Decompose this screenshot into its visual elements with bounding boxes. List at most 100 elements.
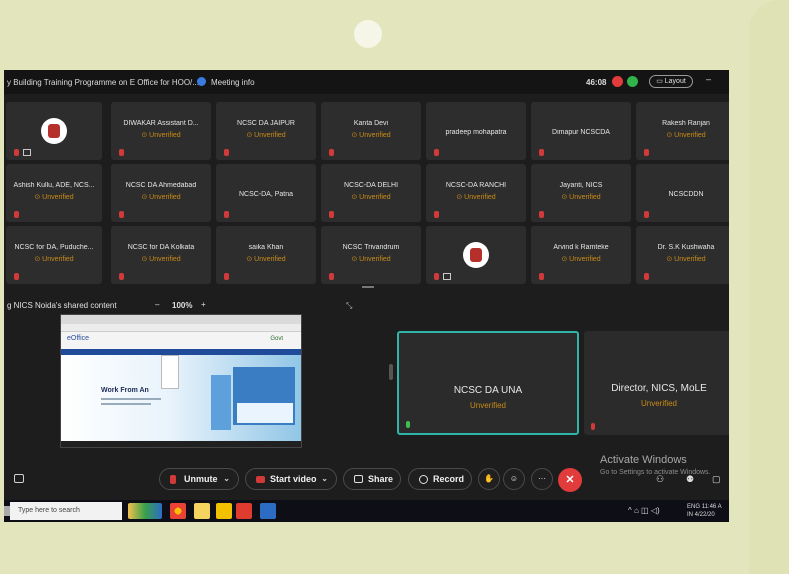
mic-muted-icon (329, 211, 334, 218)
participant-status-text: Unverified (674, 132, 706, 139)
participant-status-text: Unverified (569, 256, 601, 263)
participant-status-text: Unverified (149, 132, 181, 139)
panel-splitter[interactable] (389, 364, 393, 380)
meeting-title: y Building Training Programme on E Offic… (7, 78, 199, 87)
participant-name: Arvind k Ramteke (553, 244, 609, 251)
participant-status: ⊙ Unverified (351, 132, 391, 139)
start-video-button[interactable]: Start video ⌄ (245, 468, 337, 490)
participant-tile[interactable]: Director, NICS, MoLE Unverified (584, 331, 729, 435)
record-status-icon (612, 76, 623, 87)
participant-status: Unverified (469, 401, 506, 410)
share-label: Share (368, 474, 394, 484)
expand-icon[interactable]: ⤡ (346, 301, 352, 311)
chevron-down-icon[interactable]: ⌄ (321, 469, 328, 489)
participant-tile[interactable]: NCSC DA Ahmedabad ⊙ Unverified (111, 164, 211, 222)
time: 11:46 A (701, 504, 722, 510)
participant-status: ⊙ Unverified (351, 194, 391, 201)
participant-tile[interactable]: Kanta Devi ⊙ Unverified (321, 102, 421, 160)
participant-tile[interactable]: DIWAKAR Assistant D... ⊙ Unverified (111, 102, 211, 160)
participant-name: Rakesh Ranjan (662, 120, 710, 127)
participant-tile[interactable]: Ashish Kullu, ADE, NCS... ⊙ Unverified (6, 164, 102, 222)
meeting-info-icon[interactable] (197, 77, 206, 86)
device-edge (749, 0, 789, 574)
share-button[interactable]: Share (343, 468, 401, 490)
participant-tile[interactable]: NCSCDDN (636, 164, 729, 222)
zoom-out-button[interactable]: – (155, 300, 159, 309)
participant-tile[interactable]: NCSC-DA RANCHI ⊙ Unverified (426, 164, 526, 222)
participant-tile[interactable]: NCSC for DA Kolkata ⊙ Unverified (111, 226, 211, 284)
webex-icon[interactable] (260, 503, 276, 519)
participant-tile[interactable]: saika Khan ⊙ Unverified (216, 226, 316, 284)
grid-resize-handle[interactable] (362, 286, 374, 288)
participant-tile[interactable]: pradeep mohapatra (426, 102, 526, 160)
taskbar-search[interactable]: Type here to search (10, 502, 122, 520)
participant-tile[interactable]: NCSC-DA DELHI ⊙ Unverified (321, 164, 421, 222)
gov-logo: Govt (270, 336, 283, 342)
unmute-button[interactable]: Unmute ⌄ (159, 468, 239, 490)
meeting-screen: y Building Training Programme on E Offic… (4, 70, 729, 522)
participant-tile[interactable]: NCSC-DA, Patna (216, 164, 316, 222)
participant-tile[interactable]: NCSC Trivandrum ⊙ Unverified (321, 226, 421, 284)
zoom-in-button[interactable]: + (201, 300, 206, 309)
participant-status-text: Unverified (359, 256, 391, 263)
participant-status-text: Unverified (254, 256, 286, 263)
record-label: Record (433, 474, 465, 484)
participant-name: Ashish Kullu, ADE, NCS... (13, 182, 95, 189)
start-video-label: Start video (270, 474, 317, 484)
chat-icon[interactable] (14, 474, 24, 483)
windows-taskbar: Type here to search ^ ⌂ ◫ ◁) ENG 11:46 A… (4, 500, 729, 522)
screen-share-icon (23, 149, 31, 156)
layout-button[interactable]: ▭ Layout (649, 75, 693, 88)
leave-button[interactable]: ✕ (558, 468, 582, 492)
screen-share-icon (443, 273, 451, 280)
participant-tile[interactable] (426, 226, 526, 284)
participant-tile-active[interactable]: NCSC DA UNA Unverified (397, 331, 579, 435)
shared-content-label: g NICS Noida's shared content (7, 301, 117, 310)
chrome-icon[interactable] (170, 503, 186, 519)
language: ENG (687, 504, 701, 510)
participant-tile[interactable]: Dimapur NCSCDA (531, 102, 631, 160)
app-icon[interactable] (236, 503, 252, 519)
chat-panel-icon[interactable]: ▢ (712, 474, 721, 485)
file-explorer-icon[interactable] (194, 503, 210, 519)
participant-tile[interactable]: NCSC DA JAIPUR ⊙ Unverified (216, 102, 316, 160)
participant-tile[interactable]: Jayanti, NICS ⊙ Unverified (531, 164, 631, 222)
layout-label: Layout (664, 78, 686, 85)
participant-name: DIWAKAR Assistant D... (123, 120, 199, 127)
mic-muted-icon (119, 211, 124, 218)
record-button[interactable]: Record (408, 468, 472, 490)
mic-muted-icon (224, 149, 229, 156)
hero-text-line (101, 403, 151, 405)
emoji-button[interactable]: ☺ (503, 468, 525, 490)
mic-muted-icon (14, 273, 19, 280)
participant-tile[interactable]: Arvind k Ramteke ⊙ Unverified (531, 226, 631, 284)
system-tray-icons[interactable]: ^ ⌂ ◫ ◁) (628, 506, 660, 515)
participants-icon[interactable]: ⚉ (686, 474, 694, 485)
participant-status: ⊙ Unverified (246, 256, 286, 263)
sticky-notes-icon[interactable] (216, 503, 232, 519)
participant-name: Dr. S.K Kushwaha (657, 244, 715, 251)
shared-content-bar: g NICS Noida's shared content – 100% + (4, 298, 384, 314)
mic-muted-icon (224, 273, 229, 280)
people-icon[interactable]: ⚇ (656, 474, 664, 485)
participant-name: NCSC DA JAIPUR (237, 120, 295, 127)
participant-name: Director, NICS, MoLE (611, 383, 707, 394)
site-hero: Work From An (61, 355, 301, 441)
minimize-button[interactable]: – (706, 74, 711, 84)
more-button[interactable]: ··· (531, 468, 553, 490)
chevron-down-icon[interactable]: ⌄ (223, 469, 230, 489)
widgets-icon[interactable] (128, 503, 162, 519)
reactions-button[interactable]: ✋ (478, 468, 500, 490)
mic-muted-icon (329, 149, 334, 156)
participant-tile[interactable]: NCSC for DA, Puduche... ⊙ Unverified (6, 226, 102, 284)
mic-muted-icon (434, 211, 439, 218)
meeting-info-button[interactable]: Meeting info (211, 78, 255, 87)
hero-heading: Work From An (101, 387, 149, 394)
participant-name: NCSC Trivandrum (342, 244, 400, 251)
participant-tile[interactable]: Dr. S.K Kushwaha ⊙ Unverified (636, 226, 729, 284)
participant-tile[interactable] (6, 102, 102, 160)
participant-status: ⊙ Unverified (246, 132, 286, 139)
participant-tile[interactable]: Rakesh Ranjan ⊙ Unverified (636, 102, 729, 160)
mic-muted-icon (434, 273, 439, 280)
share-icon (354, 475, 363, 483)
